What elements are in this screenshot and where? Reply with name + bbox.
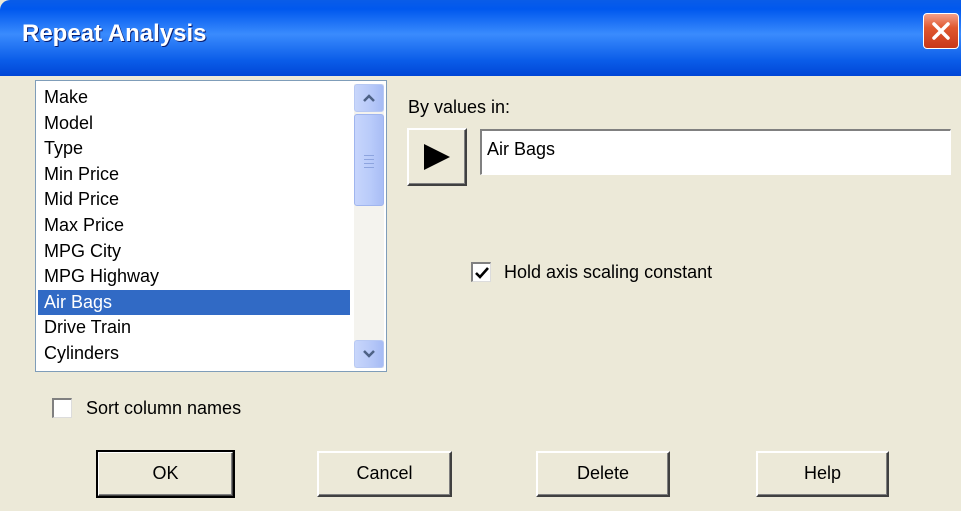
scroll-up-button[interactable] <box>354 84 384 112</box>
by-values-label: By values in: <box>408 97 511 117</box>
scroll-thumb[interactable] <box>354 114 384 206</box>
delete-button[interactable]: Delete <box>536 451 670 497</box>
help-button[interactable]: Help <box>756 451 889 497</box>
column-list-items: Make Model Type Min Price Mid Price Max Price… <box>38 85 350 367</box>
grip-line <box>364 167 374 168</box>
list-item[interactable]: Drive Train <box>38 315 350 341</box>
chevron-up-icon <box>363 94 375 102</box>
list-scrollbar[interactable] <box>354 84 384 368</box>
grip-line <box>364 155 374 156</box>
hold-axis-checkbox[interactable] <box>471 262 491 282</box>
checkmark-icon <box>475 267 489 279</box>
by-values-field[interactable]: Air Bags <box>480 129 951 175</box>
list-item[interactable]: Make <box>38 85 350 111</box>
close-button[interactable] <box>923 13 959 49</box>
right-arrow-icon <box>424 144 450 170</box>
scroll-down-button[interactable] <box>354 340 384 368</box>
grip-line <box>364 159 374 160</box>
cancel-button[interactable]: Cancel <box>317 451 452 497</box>
title-bar[interactable]: Repeat Analysis <box>0 0 961 76</box>
hold-axis-label: Hold axis scaling constant <box>504 262 713 282</box>
sort-names-checkbox[interactable] <box>52 398 72 418</box>
window-title: Repeat Analysis <box>22 20 207 47</box>
list-item[interactable]: Min Price <box>38 162 350 188</box>
add-by-value-button[interactable] <box>407 128 467 186</box>
repeat-analysis-dialog: Repeat Analysis Make Model Type Min Price Mi… <box>0 0 961 511</box>
list-item[interactable]: Type <box>38 136 350 162</box>
list-item[interactable]: Max Price <box>38 213 350 239</box>
list-item[interactable]: Cylinders <box>38 341 350 367</box>
list-item[interactable]: Air Bags <box>38 289 350 316</box>
grip-line <box>364 163 374 164</box>
column-listbox[interactable]: Make Model Type Min Price Mid Price Max Price… <box>35 80 387 372</box>
list-item[interactable]: MPG City <box>38 239 350 265</box>
close-x-icon <box>932 22 950 40</box>
sort-names-label: Sort column names <box>86 398 242 418</box>
list-item[interactable]: Model <box>38 111 350 137</box>
chevron-down-icon <box>363 350 375 358</box>
list-item[interactable]: MPG Highway <box>38 264 350 290</box>
ok-button[interactable]: OK <box>96 450 235 498</box>
list-item[interactable]: Mid Price <box>38 187 350 213</box>
